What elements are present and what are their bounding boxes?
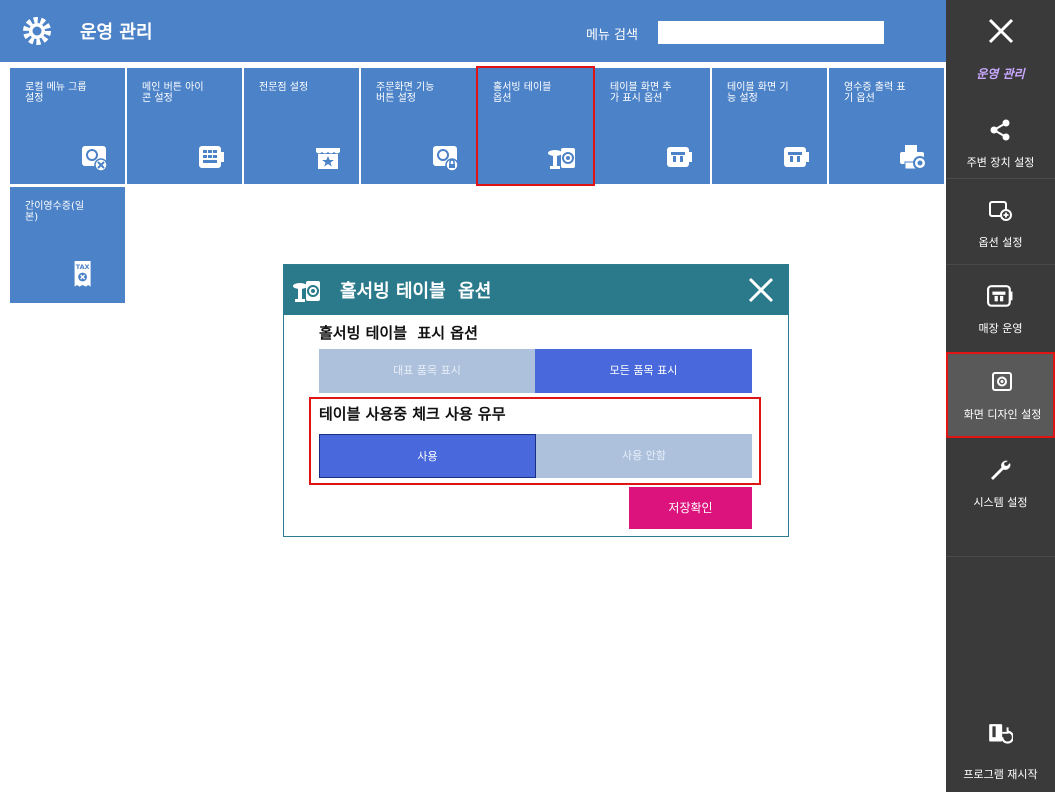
tile-hall-serving-options[interactable]: 홀서빙 테이블 옵션: [476, 66, 595, 186]
tile-label: 테이블 화면 기 능 설정: [727, 82, 789, 104]
option-representative-items[interactable]: 대표 품목 표시: [319, 349, 535, 393]
tile-receipt-print-options[interactable]: 영수증 출력 표 기 옵션: [829, 68, 944, 184]
tile-table-screen-display[interactable]: 테이블 화면 추 가 표시 옵션: [595, 68, 710, 184]
table-display-icon: [667, 147, 692, 167]
sidebar-item-store-operation[interactable]: 매장 운영: [946, 266, 1055, 350]
gear-icon: [23, 17, 51, 45]
menu-search-input[interactable]: [658, 21, 884, 44]
hall-serving-icon: [548, 148, 575, 169]
tile-label: 영수증 출력 표 기 옵션: [844, 82, 906, 104]
sidebar-item-option-settings[interactable]: 옵션 설정: [946, 180, 1055, 264]
option-not-use[interactable]: 사용 안함: [536, 434, 752, 478]
order-lock-icon: [433, 146, 459, 172]
tile-specialty-store[interactable]: 전문점 설정: [244, 68, 359, 184]
hall-serving-options-dialog: 홀서빙 테이블 옵션 홀서빙 테이블 표시 옵션 대표 품목 표시 모든 품목 …: [283, 264, 789, 537]
sidebar-item-peripheral-settings[interactable]: 주변 장치 설정: [946, 100, 1055, 184]
tile-label: 간이영수증(일 본): [25, 201, 85, 223]
printer-gear-icon: [900, 145, 927, 170]
save-confirm-button[interactable]: 저장확인: [629, 487, 752, 529]
right-sidebar: 운영 관리 주변 장치 설정 옵션 설정 매장 운영 화면 디자인 설정 시스템…: [946, 0, 1055, 792]
tile-label: 홀서빙 테이블 옵션: [493, 82, 552, 104]
tile-label: 메인 버튼 아이 콘 설정: [142, 82, 204, 104]
table-function-icon: [784, 147, 809, 167]
close-icon[interactable]: [744, 273, 778, 307]
wrench-icon: [991, 460, 1011, 480]
sidebar-item-screen-design[interactable]: 화면 디자인 설정: [946, 352, 1055, 438]
tax-receipt-icon: TAX: [74, 261, 91, 287]
tile-label: 전문점 설정: [259, 82, 309, 93]
tile-table-screen-function[interactable]: 테이블 화면 기 능 설정: [712, 68, 827, 184]
tile-local-menu-group[interactable]: 로컬 메뉴 그룹 설정: [10, 68, 125, 184]
option-use[interactable]: 사용: [319, 434, 536, 478]
sidebar-item-system-settings[interactable]: 시스템 설정: [946, 440, 1055, 524]
sidebar-item-label: 시스템 설정: [973, 496, 1028, 509]
top-header: 운영 관리 메뉴 검색: [0, 0, 946, 62]
section-table-in-use-title: 테이블 사용중 체크 사용 유무: [319, 405, 506, 423]
store-star-icon: [316, 148, 340, 169]
keypad-icon: [199, 146, 224, 168]
option-add-icon: [989, 201, 1012, 221]
hall-serving-icon: [293, 281, 320, 302]
sidebar-item-label: 옵션 설정: [978, 236, 1023, 249]
menu-search-label: 메뉴 검색: [586, 28, 638, 43]
sidebar-restart-program[interactable]: 프로그램 재시작: [946, 708, 1055, 792]
share-icon: [990, 119, 1010, 141]
option-all-items[interactable]: 모든 품목 표시: [535, 349, 752, 393]
store-monitor-icon: [987, 285, 1013, 307]
tile-label: 로컬 메뉴 그룹 설정: [25, 82, 87, 104]
screen-design-icon: [992, 372, 1012, 391]
tile-order-screen-buttons[interactable]: 주문화면 기능 버튼 설정: [361, 68, 476, 184]
close-icon: [988, 18, 1013, 44]
sidebar-item-label: 프로그램 재시작: [963, 768, 1038, 781]
sidebar-section-title: 운영 관리: [976, 67, 1025, 81]
tax-text: TAX: [76, 263, 90, 271]
tile-label: 테이블 화면 추 가 표시 옵션: [610, 82, 672, 104]
sidebar-item-label: 매장 운영: [978, 322, 1023, 335]
sidebar-item-label: 화면 디자인 설정: [963, 408, 1042, 421]
tile-simple-receipt-japan[interactable]: 간이영수증(일 본) TAX: [10, 187, 125, 303]
section-display-option-title: 홀서빙 테이블 표시 옵션: [319, 324, 478, 342]
dialog-title: 홀서빙 테이블 옵션: [340, 281, 492, 302]
sidebar-item-label: 주변 장치 설정: [966, 156, 1035, 169]
tile-label: 주문화면 기능 버튼 설정: [376, 82, 435, 104]
restart-icon: [989, 724, 1013, 744]
dialog-header: 홀서빙 테이블 옵션: [284, 265, 788, 315]
close-button[interactable]: [946, 0, 1055, 62]
local-menu-icon: [82, 146, 108, 172]
page-title: 운영 관리: [80, 22, 153, 43]
tile-main-button-icon[interactable]: 메인 버튼 아이 콘 설정: [127, 68, 242, 184]
